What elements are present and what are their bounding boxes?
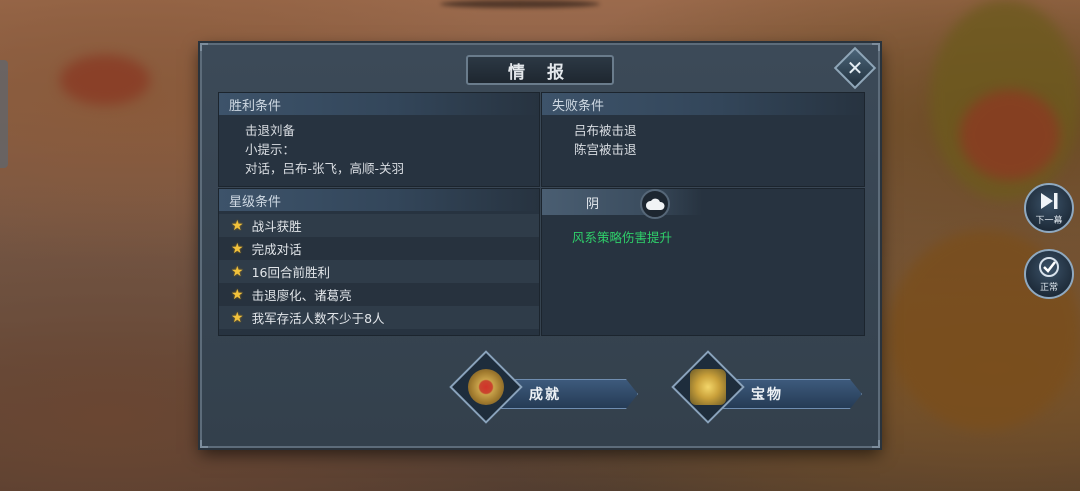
weather-section: 阴 风系策略伤害提升 <box>541 188 865 336</box>
foliage-decor <box>440 0 600 8</box>
star-condition: ★ 我军存活人数不少于8人 <box>219 306 539 329</box>
star-condition: ★ 16回合前胜利 <box>219 260 539 283</box>
panel-corner <box>872 43 880 51</box>
medal-icon-core <box>468 369 504 405</box>
star-section: 星级条件 ★ 战斗获胜 ★ 完成对话 ★ 16回合前胜利 ★ 击退廖化、诸葛亮 … <box>218 188 540 336</box>
treasure-button[interactable]: 宝物 <box>670 350 870 424</box>
star-condition-label: 战斗获胜 <box>251 219 302 234</box>
treasure-chest-icon <box>671 350 745 424</box>
normal-speed-label: 正常 <box>1039 282 1058 293</box>
defeat-line: 陈宫被击退 <box>574 142 637 157</box>
normal-speed-button[interactable]: 正常 <box>1024 249 1074 299</box>
star-list: ★ 战斗获胜 ★ 完成对话 ★ 16回合前胜利 ★ 击退廖化、诸葛亮 ★ 我军存… <box>219 214 539 329</box>
close-icon: ✕ <box>846 56 864 80</box>
victory-line: 击退刘备 <box>245 123 296 138</box>
weather-effect: 风系策略伤害提升 <box>572 230 673 245</box>
medal-icon <box>449 350 523 424</box>
victory-header: 胜利条件 <box>219 93 539 115</box>
victory-section: 胜利条件 击退刘备 小提示： 对话，吕布-张飞，高顺-关羽 <box>218 92 540 187</box>
left-edge-handle[interactable] <box>0 60 8 168</box>
defeat-line: 吕布被击退 <box>574 123 637 138</box>
cloud-icon <box>640 189 670 219</box>
star-icon: ★ <box>231 217 244 234</box>
close-button[interactable]: ✕ <box>833 46 877 90</box>
next-scene-label: 下一幕 <box>1035 215 1063 226</box>
star-icon: ★ <box>231 240 244 257</box>
star-condition-label: 击退廖化、诸葛亮 <box>251 288 352 303</box>
star-header: 星级条件 <box>219 189 539 211</box>
panel-corner <box>200 440 208 448</box>
treasure-icon-core <box>690 369 726 405</box>
foliage-decor <box>960 90 1060 180</box>
next-scene-button[interactable]: 下一幕 <box>1024 183 1074 233</box>
panel-corner <box>200 43 208 51</box>
star-icon: ★ <box>231 286 244 303</box>
intel-panel: 情 报 ✕ 胜利条件 击退刘备 小提示： 对话，吕布-张飞，高顺-关羽 失败条件… <box>200 43 880 448</box>
star-condition: ★ 战斗获胜 <box>219 214 539 237</box>
victory-line: 小提示： <box>245 142 296 157</box>
panel-corner <box>872 440 880 448</box>
star-icon: ★ <box>231 309 244 326</box>
defeat-header: 失败条件 <box>542 93 864 115</box>
star-condition: ★ 击退廖化、诸葛亮 <box>219 283 539 306</box>
achievement-button[interactable]: 成就 <box>448 350 638 424</box>
weather-label: 阴 <box>542 189 702 215</box>
star-condition: ★ 完成对话 <box>219 237 539 260</box>
star-condition-label: 我军存活人数不少于8人 <box>251 311 385 326</box>
speed-check-icon <box>1039 256 1059 277</box>
defeat-section: 失败条件 吕布被击退 陈宫被击退 <box>541 92 865 187</box>
foliage-decor <box>60 55 150 105</box>
skip-icon <box>1041 192 1058 209</box>
star-condition-label: 完成对话 <box>251 242 302 257</box>
star-icon: ★ <box>231 263 244 280</box>
panel-title: 情 报 <box>466 55 614 85</box>
star-condition-label: 16回合前胜利 <box>251 265 330 280</box>
victory-line: 对话，吕布-张飞，高顺-关羽 <box>245 161 405 176</box>
